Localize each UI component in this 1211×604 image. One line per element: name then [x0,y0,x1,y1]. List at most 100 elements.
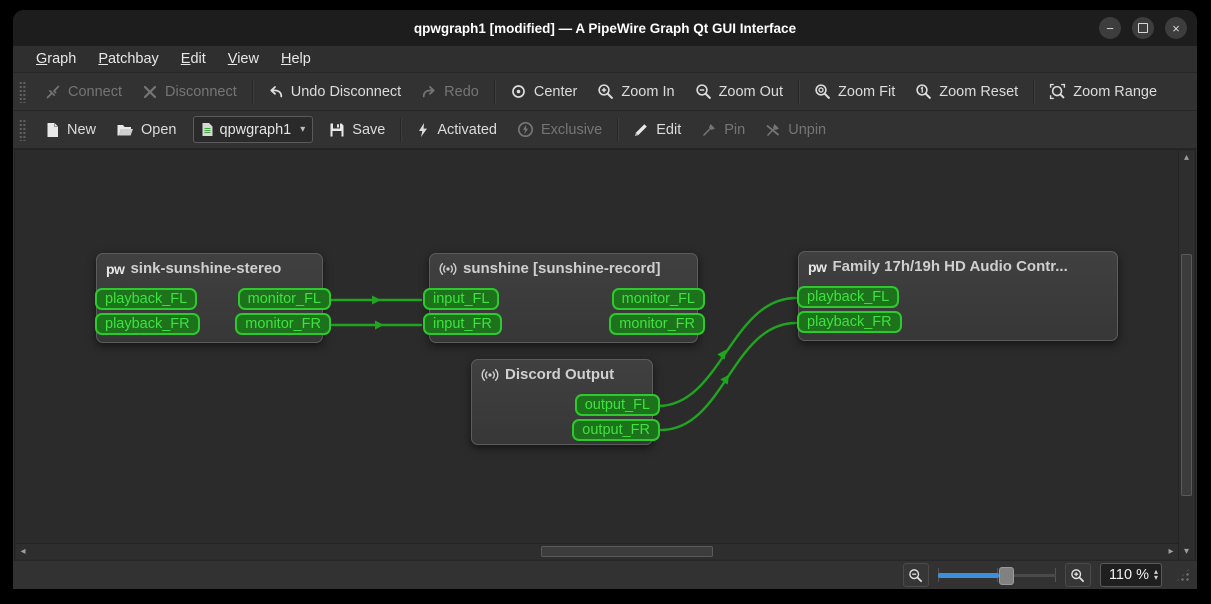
exclusive-button[interactable]: Exclusive [507,116,612,144]
horizontal-scrollbar[interactable]: ◂ ▸ [16,543,1178,559]
maximize-icon [1138,23,1148,33]
vertical-scrollbar-thumb[interactable] [1181,254,1192,496]
unpin-button[interactable]: Unpin [755,116,836,144]
toolbar-separator [400,117,402,142]
zoom-in-label: Zoom In [621,83,675,100]
horizontal-scrollbar-thumb[interactable] [541,546,713,557]
scroll-up-arrow-icon[interactable]: ▴ [1179,151,1194,165]
statusbar-zoom-in-button[interactable] [1064,563,1091,587]
zoom-out-icon [695,83,712,100]
menu-edit[interactable]: Edit [172,49,215,69]
zoom-in-button[interactable]: Zoom In [587,78,684,106]
node-header: Discord Output [472,360,652,389]
toolbar-separator [251,79,253,104]
zoom-slider-handle[interactable] [999,567,1015,585]
open-folder-icon [116,122,134,138]
graph-toolbar: Connect Disconnect Undo Disconnect Redo … [13,73,1197,111]
redo-button[interactable]: Redo [411,78,489,106]
undo-label: Undo Disconnect [290,83,402,100]
node-title: sink-sunshine-stereo [130,260,282,277]
port-input[interactable]: input_FL [423,288,500,310]
port-output[interactable]: monitor_FL [611,288,705,310]
patchbay-select[interactable]: qpwgraph1 ▾ [192,116,314,143]
zoom-reset-button[interactable]: Zoom Reset [905,78,1028,106]
menubar: Graph Patchbay Edit View Help [13,46,1197,73]
menu-patchbay[interactable]: Patchbay [89,49,167,69]
open-button[interactable]: Open [106,116,186,144]
node-sunshine-record[interactable]: sunshine [sunshine-record] input_FL inpu… [423,253,705,343]
arrow-icon [375,320,384,330]
pipewire-icon: pw [808,258,827,275]
zoom-fit-icon [814,83,831,100]
save-icon [329,122,345,138]
zoom-out-button[interactable]: Zoom Out [685,78,793,106]
window-controls: − × [1099,17,1187,39]
titlebar[interactable]: qpwgraph1 [modified] — A PipeWire Graph … [13,10,1197,46]
activated-lightning-icon [416,122,430,138]
port-input[interactable]: playback_FR [95,313,200,335]
center-button[interactable]: Center [500,78,588,106]
port-input[interactable]: playback_FR [797,311,902,333]
vertical-scrollbar[interactable]: ▴ ▾ [1178,151,1194,559]
zoom-percent-value: 110 % [1108,567,1149,583]
arrow-icon [372,295,381,305]
port-output[interactable]: monitor_FL [237,288,331,310]
save-button[interactable]: Save [319,116,395,144]
statusbar-zoom-out-button[interactable] [902,563,929,587]
zoom-range-button[interactable]: Zoom Range [1039,78,1167,106]
spinbox-arrows[interactable]: ▴ ▾ [1154,568,1158,582]
scroll-right-arrow-icon[interactable]: ▸ [1164,544,1178,559]
menu-graph[interactable]: Graph [27,49,85,69]
chevron-down-icon: ▾ [300,124,306,135]
maximize-button[interactable] [1132,17,1154,39]
node-header: sunshine [sunshine-record] [430,254,697,283]
scroll-down-arrow-icon[interactable]: ▾ [1179,545,1194,559]
zoom-in-icon [1070,568,1085,583]
node-sink-sunshine-stereo[interactable]: pw sink-sunshine-stereo playback_FL play… [95,253,331,343]
node-header: pw sink-sunshine-stereo [97,254,322,283]
activated-button[interactable]: Activated [406,116,507,144]
connect-icon [45,84,61,100]
close-button[interactable]: × [1165,17,1187,39]
port-input[interactable]: playback_FL [95,288,198,310]
zoom-fit-button[interactable]: Zoom Fit [804,78,905,106]
disconnect-button[interactable]: Disconnect [132,78,247,106]
window-resize-grip[interactable] [1175,567,1191,583]
zoom-percent-spinbox[interactable]: 110 % ▴ ▾ [1099,563,1162,587]
port-output[interactable]: output_FR [572,419,660,441]
port-output[interactable]: output_FL [574,394,660,416]
node-title: Discord Output [505,366,615,383]
menu-view[interactable]: View [219,49,268,69]
edit-button[interactable]: Edit [623,116,691,144]
patchbay-toolbar: New Open qpwgraph1 ▾ Save Activated Excl… [13,111,1197,149]
toolbar-separator [493,79,495,104]
open-label: Open [141,121,177,138]
toolbar-drag-handle[interactable] [19,80,26,103]
zoom-range-label: Zoom Range [1073,83,1158,100]
scroll-left-arrow-icon[interactable]: ◂ [16,544,30,559]
toolbar-drag-handle[interactable] [19,118,26,141]
zoom-slider[interactable] [937,565,1056,585]
undo-button[interactable]: Undo Disconnect [258,78,411,106]
port-input[interactable]: playback_FL [797,286,900,308]
app-window: qpwgraph1 [modified] — A PipeWire Graph … [13,10,1197,589]
redo-label: Redo [444,83,479,100]
new-button[interactable]: New [35,116,106,144]
zoom-in-icon [597,83,614,100]
connections-layer [328,295,798,432]
menu-help[interactable]: Help [272,49,320,69]
connect-button[interactable]: Connect [35,78,132,106]
minimize-button[interactable]: − [1099,17,1121,39]
graph-canvas[interactable]: pw sink-sunshine-stereo playback_FL play… [16,151,1178,543]
node-discord-output[interactable]: Discord Output output_FL output_FR [471,359,660,445]
pin-button[interactable]: Pin [691,116,755,144]
node-family-hd-audio[interactable]: pw Family 17h/19h HD Audio Contr... play… [797,251,1118,341]
port-output[interactable]: monitor_FR [609,313,705,335]
disconnect-label: Disconnect [165,83,237,100]
zoom-out-label: Zoom Out [718,83,784,100]
node-title: Family 17h/19h HD Audio Contr... [832,258,1068,275]
spin-down-icon[interactable]: ▾ [1154,574,1158,582]
port-output[interactable]: monitor_FR [235,313,331,335]
toolbar-separator [617,117,619,142]
port-input[interactable]: input_FR [423,313,502,335]
